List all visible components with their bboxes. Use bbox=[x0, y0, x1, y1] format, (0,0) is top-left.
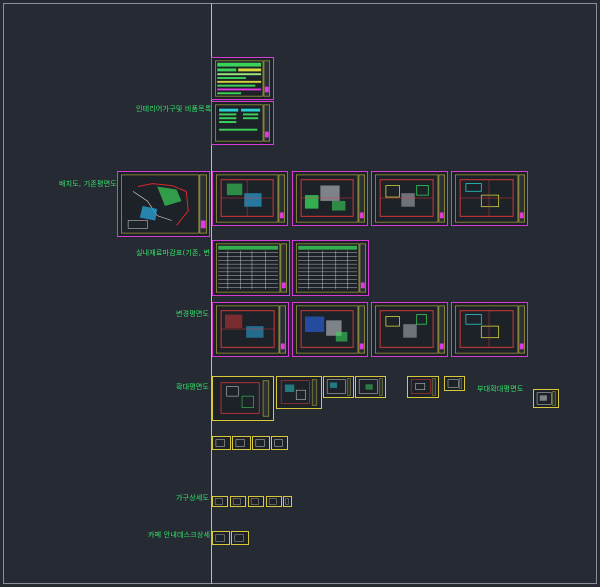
sheet-thumbnail bbox=[295, 305, 365, 354]
sheet-enlarged-plan-4[interactable] bbox=[355, 376, 386, 398]
sheet-finish-schedule-1[interactable] bbox=[212, 240, 290, 296]
sheet-existing-plan-2[interactable] bbox=[292, 171, 368, 226]
sheet-changed-plan-3[interactable] bbox=[371, 302, 448, 357]
sheet-enlarged-plan-2[interactable] bbox=[276, 376, 322, 409]
sheet-furniture-detail-2[interactable] bbox=[230, 496, 246, 507]
sheet-cafe-desk-detail-1[interactable] bbox=[212, 531, 230, 545]
sheet-furniture-list-2[interactable] bbox=[211, 101, 274, 145]
label-partial-enlarged-plan: 부대확대평면도 bbox=[477, 385, 524, 393]
sheet-thumbnail bbox=[375, 305, 445, 354]
sheet-thumbnail bbox=[295, 174, 365, 223]
sheet-thumbnail bbox=[375, 174, 445, 223]
sheet-thumbnail bbox=[295, 243, 366, 293]
sheet-cafe-desk-detail-2[interactable] bbox=[231, 531, 249, 545]
sheet-thumbnail bbox=[285, 498, 289, 505]
sheet-thumbnail bbox=[274, 439, 283, 447]
sheet-changed-plan-1[interactable] bbox=[212, 302, 289, 357]
sheet-thumbnail bbox=[215, 60, 270, 97]
sheet-detail-1[interactable] bbox=[212, 436, 231, 450]
sheet-furniture-detail-4[interactable] bbox=[266, 496, 282, 507]
sheet-thumbnail bbox=[216, 305, 286, 354]
sheet-furniture-list-1[interactable] bbox=[211, 57, 274, 100]
sheet-existing-plan-3[interactable] bbox=[371, 171, 448, 226]
sheet-thumbnail bbox=[447, 378, 463, 389]
sheet-thumbnail bbox=[234, 534, 244, 542]
sheet-changed-plan-2[interactable] bbox=[292, 302, 368, 357]
sheet-thumbnail bbox=[250, 498, 259, 505]
label-changed-plan: 변경평면도 bbox=[176, 310, 210, 318]
sheet-thumbnail bbox=[215, 174, 285, 223]
sheet-thumbnail bbox=[220, 380, 270, 417]
sheet-existing-plan-4[interactable] bbox=[451, 171, 528, 226]
sheet-thumbnail bbox=[215, 534, 225, 542]
label-finish-schedule: 실내재료마감표(기존, 변경 bbox=[136, 249, 217, 257]
sheet-thumbnail bbox=[268, 498, 277, 505]
sheet-detail-4[interactable] bbox=[271, 436, 288, 450]
sheet-thumbnail bbox=[455, 305, 525, 354]
sheet-thumbnail bbox=[410, 378, 436, 396]
sheet-thumbnail bbox=[215, 243, 287, 293]
sheet-existing-plan-1[interactable] bbox=[212, 171, 288, 226]
sheet-changed-plan-4[interactable] bbox=[451, 302, 528, 357]
sheet-thumbnail bbox=[214, 498, 223, 505]
sheet-thumbnail bbox=[255, 439, 265, 447]
sheet-thumbnail bbox=[121, 174, 207, 234]
sheet-thumbnail bbox=[326, 378, 351, 396]
sheet-enlarged-plan-6[interactable] bbox=[444, 376, 465, 391]
label-enlarged-plan: 확대평면도 bbox=[176, 383, 210, 391]
sheet-partial-enlarged-plan[interactable] bbox=[533, 389, 559, 408]
sheet-enlarged-plan-5[interactable] bbox=[407, 376, 439, 398]
label-furniture-detail: 가구상세도 bbox=[176, 494, 210, 502]
sheet-thumbnail bbox=[235, 439, 245, 447]
sheet-thumbnail bbox=[215, 104, 270, 142]
cad-model-space[interactable]: 인테리어가구및 비품목록 배치도, 기존평면도 실내재료마감표(기존, 변경 변… bbox=[0, 0, 600, 587]
sheet-site-plan[interactable] bbox=[117, 171, 210, 237]
sheet-thumbnail bbox=[455, 174, 525, 223]
sheet-thumbnail bbox=[358, 378, 383, 396]
sheet-furniture-detail-5[interactable] bbox=[283, 496, 292, 507]
sheet-thumbnail bbox=[215, 439, 225, 447]
sheet-detail-3[interactable] bbox=[252, 436, 270, 450]
sheet-furniture-detail-3[interactable] bbox=[248, 496, 264, 507]
sheet-enlarged-plan-1[interactable] bbox=[212, 376, 274, 421]
label-cafe-desk-detail: 카페 안내데스크상세 bbox=[148, 531, 211, 539]
sheet-finish-schedule-2[interactable] bbox=[292, 240, 369, 296]
sheet-thumbnail bbox=[280, 379, 318, 406]
sheet-furniture-detail-1[interactable] bbox=[212, 496, 228, 507]
sheet-thumbnail bbox=[536, 391, 557, 406]
sheet-thumbnail bbox=[232, 498, 241, 505]
sheet-enlarged-plan-3[interactable] bbox=[323, 376, 354, 398]
label-interior-furniture: 인테리어가구및 비품목록 bbox=[136, 105, 212, 113]
sheet-detail-2[interactable] bbox=[232, 436, 251, 450]
label-site-plan: 배치도, 기존평면도 bbox=[59, 180, 117, 188]
